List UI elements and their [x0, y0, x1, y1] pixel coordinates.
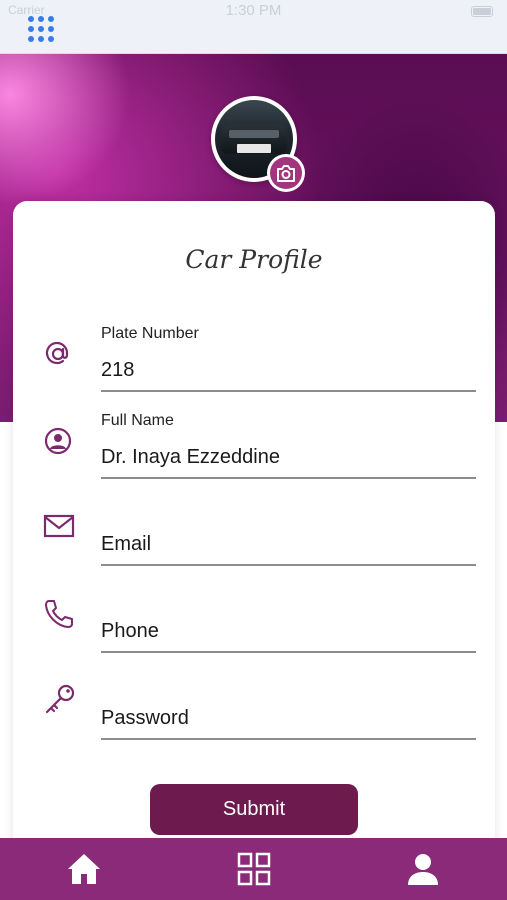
phone-icon: [43, 598, 77, 632]
user-icon: [408, 854, 438, 885]
key-icon: [43, 683, 77, 717]
status-time: 1:30 PM: [225, 2, 282, 19]
phone-input[interactable]: [101, 616, 476, 653]
plate-number-input[interactable]: [101, 355, 476, 392]
tab-grid[interactable]: [234, 851, 274, 887]
full-name-field: Full Name: [13, 406, 495, 488]
email-input[interactable]: [101, 529, 476, 566]
battery-icon: [471, 6, 493, 17]
camera-button[interactable]: [267, 154, 305, 192]
at-icon: [43, 339, 77, 373]
full-name-label: Full Name: [101, 412, 174, 429]
screen: Carrier 1:30 PM Car Profile Plate Number…: [0, 0, 507, 900]
top-bar: Carrier 1:30 PM: [0, 0, 507, 54]
grid-icon: [237, 852, 271, 886]
user-circle-icon: [43, 426, 77, 460]
email-field: [13, 493, 495, 575]
home-icon: [68, 854, 100, 884]
submit-button[interactable]: Submit: [150, 784, 358, 835]
full-name-input[interactable]: [101, 442, 476, 479]
bottom-tab-bar: [0, 838, 507, 900]
phone-field: [13, 580, 495, 662]
tab-profile[interactable]: [403, 851, 443, 887]
grid-dots-icon[interactable]: [28, 16, 54, 42]
envelope-icon: [43, 513, 77, 547]
password-field: [13, 667, 495, 749]
password-input[interactable]: [101, 703, 476, 740]
plate-number-label: Plate Number: [101, 325, 199, 342]
card-title: Car Profile: [185, 245, 323, 274]
profile-card: Car Profile Plate Number Full Name: [13, 201, 495, 861]
plate-number-field: Plate Number: [13, 319, 495, 401]
camera-icon: [270, 157, 302, 189]
tab-home[interactable]: [64, 851, 104, 887]
